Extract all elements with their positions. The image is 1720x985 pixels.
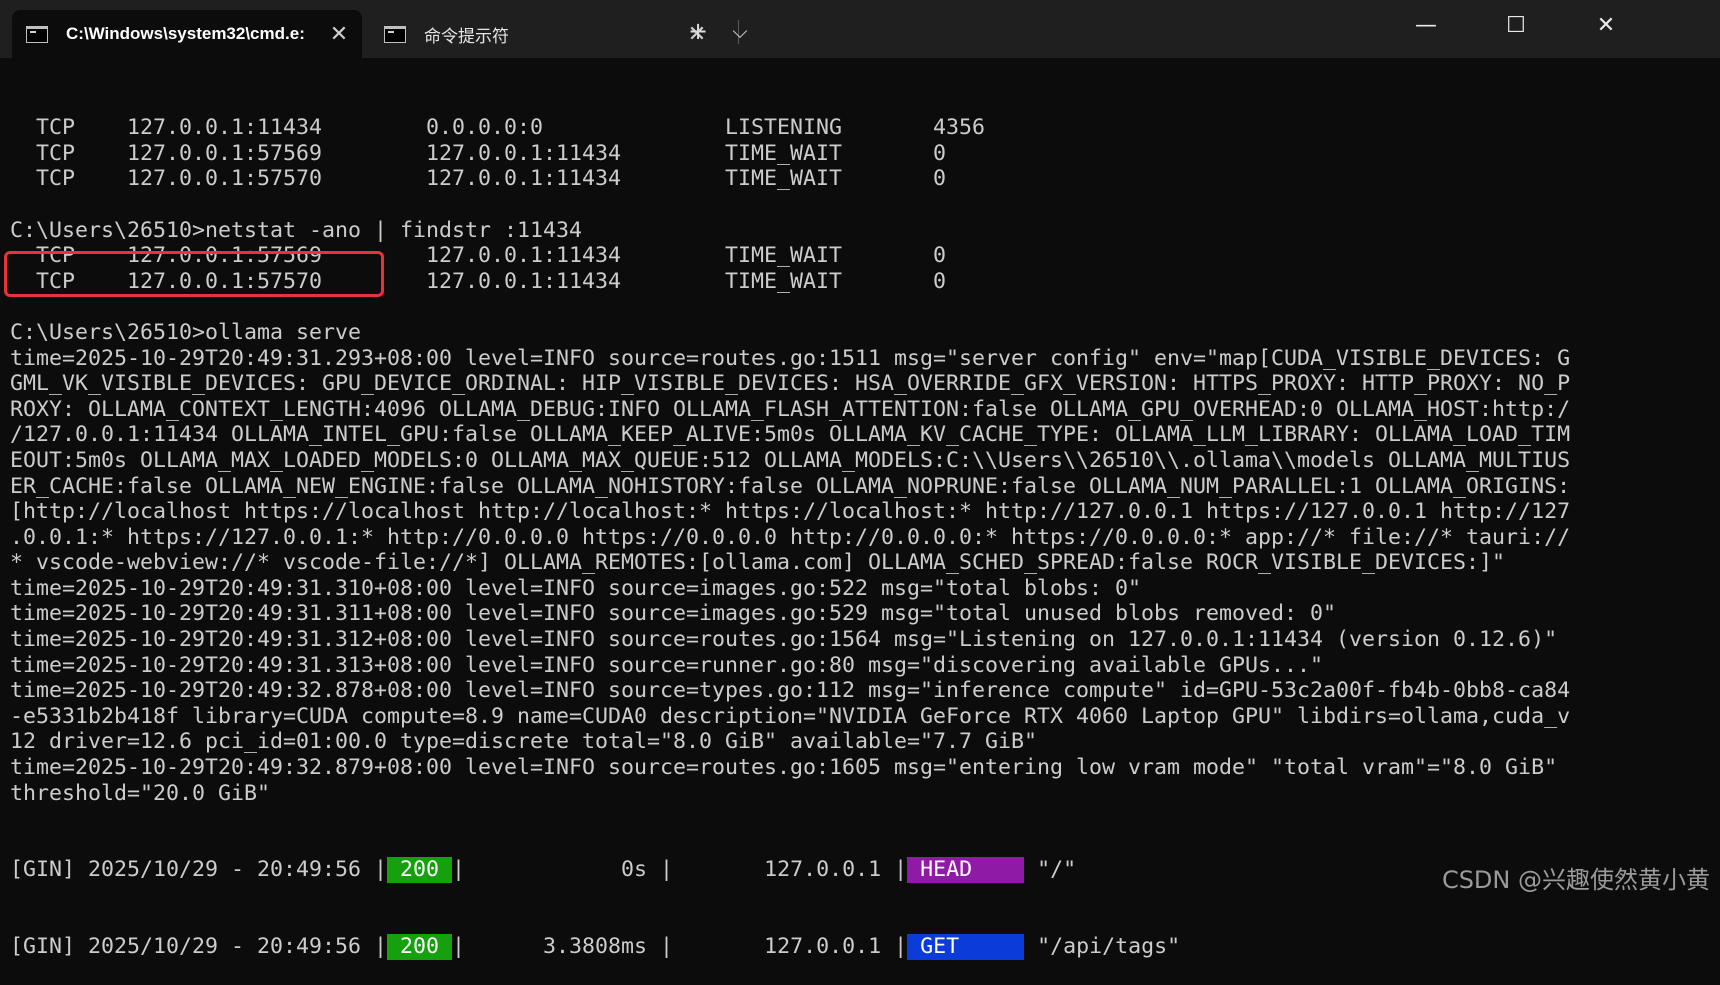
gin-latency: 3.3808ms | [465, 934, 674, 960]
new-tab-button[interactable]: + [678, 14, 718, 48]
console-line: C:\Users\26510>netstat -ano | findstr :1… [10, 217, 583, 243]
gin-prefix: [GIN] 2025/10/29 - 20:49:56 | [10, 934, 388, 960]
status-badge: 200 [387, 857, 453, 883]
console-line: .0.0.1:* https://127.0.0.1:* http://0.0.… [10, 524, 1571, 550]
console-line: ER_CACHE:false OLLAMA_NEW_ENGINE:false O… [10, 473, 1571, 499]
tab-close-icon[interactable]: ✕ [322, 21, 356, 47]
console-line: time=2025-10-29T20:49:31.310+08:00 level… [10, 575, 1142, 601]
terminal-icon [26, 25, 48, 43]
gin-prefix: [GIN] 2025/10/29 - 20:49:56 | [10, 857, 388, 883]
console-line: 12 driver=12.6 pci_id=01:00.0 type=discr… [10, 729, 1038, 755]
tab-title: C:\Windows\system32\cmd.e: [66, 24, 305, 43]
console-line: -e5331b2b418f library=CUDA compute=8.9 n… [10, 703, 1571, 729]
console-line: GML_VK_VISIBLE_DEVICES: GPU_DEVICE_ORDIN… [10, 371, 1571, 397]
console-line: time=2025-10-29T20:49:31.313+08:00 level… [10, 652, 1324, 678]
console-line: threshold="20.0 GiB" [10, 780, 271, 806]
terminal-icon [384, 25, 406, 43]
console-line: [http://localhost https://localhost http… [10, 499, 1571, 525]
console-line: C:\Users\26510>ollama serve [10, 319, 362, 345]
tab-title: 命令提示符 [424, 26, 509, 46]
console-line: ROXY: OLLAMA_CONTEXT_LENGTH:4096 OLLAMA_… [10, 396, 1571, 422]
console-line: time=2025-10-29T20:49:31.311+08:00 level… [10, 601, 1337, 627]
console-line: time=2025-10-29T20:49:32.879+08:00 level… [10, 755, 1558, 781]
gin-path: "/" [1024, 857, 1077, 883]
status-badge: 200 [387, 934, 453, 960]
watermark: CSDN @兴趣使然黄小黄 [1441, 866, 1710, 894]
close-window-button[interactable]: ✕ [1578, 0, 1634, 52]
tab-dropdown-chevron-icon[interactable]: ⌵ [720, 14, 760, 48]
method-badge: GET [907, 934, 1025, 960]
tab-command-prompt[interactable]: 命令提示符 ✕ [370, 10, 720, 58]
console-line: time=2025-10-29T20:49:31.293+08:00 level… [10, 345, 1571, 371]
console-line: time=2025-10-29T20:49:31.312+08:00 level… [10, 627, 1558, 653]
method-badge: HEAD [907, 857, 1025, 883]
console-line: TCP 127.0.0.1:11434 0.0.0.0:0 LISTENING … [10, 115, 986, 141]
tab-cmd-active[interactable]: C:\Windows\system32\cmd.e: ✕ [12, 10, 362, 58]
gin-latency: 0s | [465, 857, 674, 883]
gin-client: 127.0.0.1 | [673, 857, 908, 883]
maximize-button[interactable]: ☐ [1488, 0, 1544, 52]
gin-log-line: [GIN] 2025/10/29 - 20:49:56 | 200 | 3.38… [10, 934, 1710, 960]
console-line: /127.0.0.1:11434 OLLAMA_INTEL_GPU:false … [10, 422, 1571, 448]
console-line: EOUT:5m0s OLLAMA_MAX_LOADED_MODELS:0 OLL… [10, 447, 1571, 473]
command-highlight-box [4, 251, 384, 297]
console-line: * vscode-webview://* vscode-file://*] OL… [10, 550, 1506, 576]
console-output[interactable]: TCP 127.0.0.1:11434 0.0.0.0:0 LISTENING … [10, 64, 1710, 985]
minimize-button[interactable]: — [1398, 0, 1454, 52]
console-line: TCP 127.0.0.1:57569 127.0.0.1:11434 TIME… [10, 140, 947, 166]
gin-client: 127.0.0.1 | [673, 934, 908, 960]
gin-path: "/api/tags" [1024, 934, 1181, 960]
gin-sep: | [452, 934, 466, 960]
gin-sep: | [452, 857, 466, 883]
console-line: time=2025-10-29T20:49:32.878+08:00 level… [10, 678, 1571, 704]
title-bar: C:\Windows\system32\cmd.e: ✕ 命令提示符 ✕ + ⌵… [0, 0, 1720, 58]
console-line: TCP 127.0.0.1:57570 127.0.0.1:11434 TIME… [10, 166, 947, 192]
